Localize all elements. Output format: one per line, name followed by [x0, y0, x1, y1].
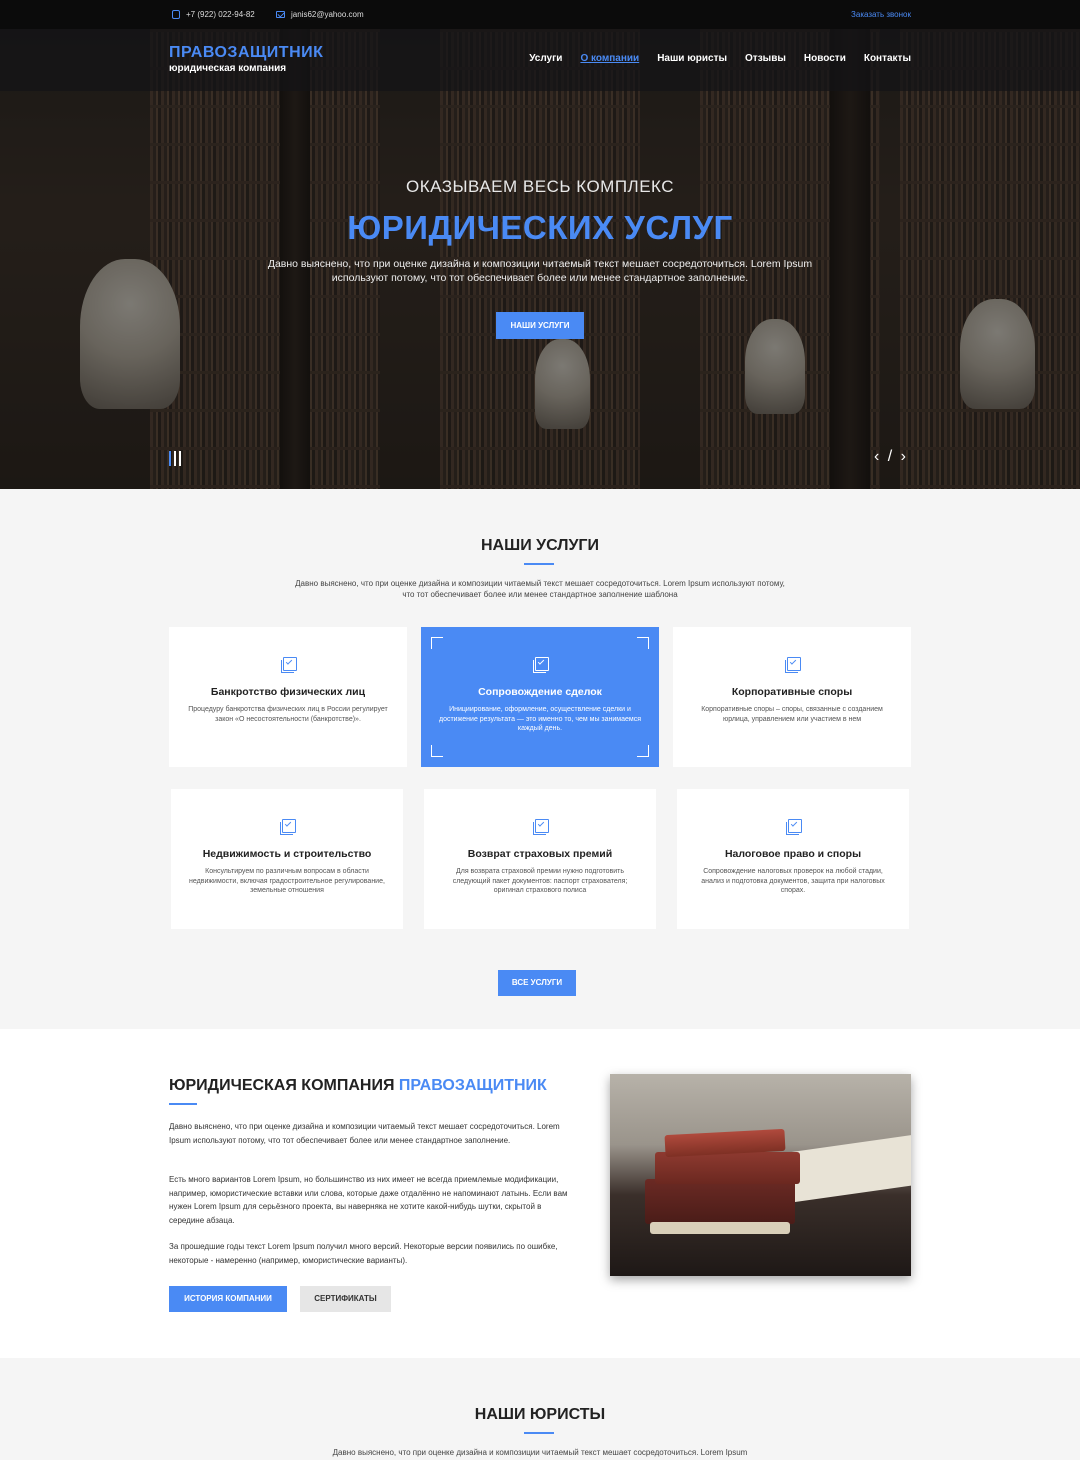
- service-card-active[interactable]: Сопровождение сделок Инициирование, офор…: [421, 627, 659, 767]
- hero-title: ЮРИДИЧЕСКИХ УСЛУГ: [347, 209, 733, 246]
- services-section: НАШИ УСЛУГИ Давно выяснено, что при оцен…: [0, 489, 1080, 1029]
- nav-menu: Услуги О компании Наши юристы Отзывы Нов…: [529, 53, 911, 64]
- logo[interactable]: ПРАВОЗАЩИТНИК юридическая компания: [169, 44, 323, 74]
- slider-pager[interactable]: [169, 451, 181, 466]
- service-card[interactable]: Налоговое право и споры Сопровождение на…: [677, 789, 909, 929]
- corner-decoration: [637, 745, 649, 757]
- pager-dot-active[interactable]: [169, 451, 171, 466]
- nav-item-about[interactable]: О компании: [580, 53, 639, 64]
- certificates-button[interactable]: СЕРТИФИКАТЫ: [300, 1286, 391, 1312]
- service-card-text: Инициирование, оформление, осуществление…: [439, 706, 641, 732]
- service-card-text: Корпоративные споры – споры, связанные с…: [701, 706, 883, 723]
- top-bar: +7 (922) 022-94-82 janis62@yahoo.com Зак…: [0, 0, 1080, 29]
- phone-icon: [172, 10, 180, 19]
- title-underline: [524, 563, 554, 565]
- services-description: Давно выяснено, что при оценке дизайна и…: [295, 579, 785, 599]
- checklist-icon: [280, 657, 297, 673]
- logo-title: ПРАВОЗАЩИТНИК: [169, 44, 324, 61]
- nav-item-contacts[interactable]: Контакты: [864, 53, 911, 64]
- our-services-button[interactable]: НАШИ УСЛУГИ: [496, 312, 584, 339]
- about-title-highlight: ПРАВОЗАЩИТНИК: [398, 1077, 547, 1094]
- service-card[interactable]: Корпоративные споры Корпоративные споры …: [673, 627, 911, 767]
- service-card-title: Налоговое право и споры: [724, 848, 862, 860]
- email-address: janis62@yahoo.com: [291, 10, 364, 19]
- about-title: ЮРИДИЧЕСКАЯ КОМПАНИЯ ПРАВОЗАЩИТНИК: [169, 1077, 547, 1095]
- service-card-title: Сопровождение сделок: [478, 686, 602, 698]
- lawyers-description: Давно выяснено, что при оценке дизайна и…: [332, 1448, 748, 1457]
- book-pages-image: [650, 1222, 790, 1234]
- lawyers-title: НАШИ ЮРИСТЫ: [474, 1406, 606, 1423]
- mail-icon: [276, 11, 285, 18]
- service-card-title: Недвижимость и строительство: [202, 848, 372, 860]
- corner-decoration: [431, 745, 443, 757]
- pager-dot[interactable]: [179, 451, 181, 466]
- slider-arrows[interactable]: ‹ / ›: [874, 448, 908, 466]
- service-card[interactable]: Недвижимость и строительство Консультиру…: [171, 789, 403, 929]
- lawyers-section: НАШИ ЮРИСТЫ Давно выяснено, что при оцен…: [0, 1358, 1080, 1460]
- checklist-icon: [784, 657, 801, 673]
- checklist-icon: [532, 657, 549, 673]
- company-history-button[interactable]: ИСТОРИЯ КОМПАНИИ: [169, 1286, 287, 1312]
- hero-pretitle: ОКАЗЫВАЕМ ВЕСЬ КОМПЛЕКС: [405, 177, 675, 196]
- logo-subtitle: юридическая компания: [169, 63, 287, 74]
- service-card-title: Корпоративные споры: [731, 686, 853, 698]
- nav-item-services[interactable]: Услуги: [529, 53, 562, 64]
- nav-item-lawyers[interactable]: Наши юристы: [657, 53, 727, 64]
- checklist-icon: [279, 819, 296, 835]
- callback-link[interactable]: Заказать звонок: [851, 10, 911, 19]
- about-section: ЮРИДИЧЕСКАЯ КОМПАНИЯ ПРАВОЗАЩИТНИК Давно…: [0, 1029, 1080, 1358]
- book-image: [655, 1152, 800, 1184]
- nav-item-reviews[interactable]: Отзывы: [745, 53, 786, 64]
- service-card-text: Процедуру банкротства физических лиц в Р…: [188, 706, 388, 723]
- service-card-text: Консультируем по различным вопросам в об…: [189, 868, 385, 894]
- nav-item-news[interactable]: Новости: [804, 53, 846, 64]
- corner-decoration: [637, 637, 649, 649]
- services-title: НАШИ УСЛУГИ: [481, 537, 599, 554]
- phone-contact[interactable]: +7 (922) 022-94-82: [172, 10, 255, 19]
- phone-number: +7 (922) 022-94-82: [186, 10, 255, 19]
- title-underline: [524, 1432, 554, 1434]
- checklist-icon: [785, 819, 802, 835]
- service-card[interactable]: Банкротство физических лиц Процедуру бан…: [169, 627, 407, 767]
- email-contact[interactable]: janis62@yahoo.com: [276, 10, 364, 19]
- book-image: [645, 1179, 795, 1224]
- main-nav: ПРАВОЗАЩИТНИК юридическая компания Услуг…: [0, 29, 1080, 91]
- about-paragraph: Есть много вариантов Lorem Ipsum, но бол…: [169, 1175, 568, 1225]
- service-card-title: Возврат страховых премий: [467, 848, 613, 860]
- hero-slider: ПРАВОЗАЩИТНИК юридическая компания Услуг…: [0, 29, 1080, 489]
- service-card[interactable]: Возврат страховых премий Для возврата ст…: [424, 789, 656, 929]
- corner-decoration: [431, 637, 443, 649]
- books-photo: [610, 1074, 911, 1276]
- hero-description: Давно выяснено, что при оценке дизайна и…: [267, 258, 813, 284]
- about-title-prefix: ЮРИДИЧЕСКАЯ КОМПАНИЯ: [169, 1077, 399, 1094]
- service-card-text: Сопровождение налоговых проверок на любо…: [701, 868, 885, 894]
- service-card-title: Банкротство физических лиц: [210, 686, 366, 698]
- pager-dot[interactable]: [174, 451, 176, 466]
- all-services-button[interactable]: ВСЕ УСЛУГИ: [498, 970, 576, 996]
- service-card-text: Для возврата страховой премии нужно подг…: [452, 868, 628, 894]
- checklist-icon: [532, 819, 549, 835]
- about-paragraph: Давно выяснено, что при оценке дизайна и…: [169, 1122, 560, 1145]
- about-paragraph: За прошедшие годы текст Lorem Ipsum полу…: [169, 1242, 558, 1265]
- title-underline: [169, 1103, 197, 1105]
